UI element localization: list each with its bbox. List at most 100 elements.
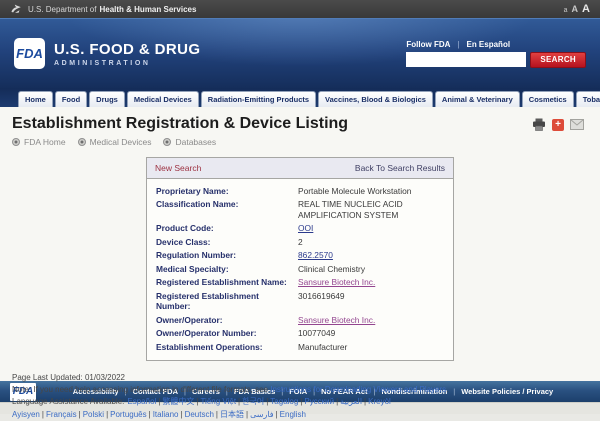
language-link[interactable]: العربية — [340, 397, 362, 406]
font-size-controls: a A A — [564, 3, 590, 15]
field-label: Registered Establishment Number: — [156, 291, 298, 312]
fda-header: FDA U.S. FOOD & DRUG ADMINISTRATION Foll… — [0, 18, 600, 88]
share-icon[interactable] — [552, 119, 564, 131]
print-icon[interactable] — [532, 118, 546, 131]
table-row: Proprietary Name:Portable Molecule Works… — [147, 184, 453, 198]
field-value-link[interactable]: Sansure Biotech Inc. — [298, 315, 375, 325]
language-separator: | — [276, 410, 278, 419]
field-label: Proprietary Name: — [156, 186, 298, 197]
language-separator: | — [364, 397, 366, 406]
nav-tab-animal-veterinary[interactable]: Animal & Veterinary — [435, 91, 520, 107]
site-title-line1: U.S. FOOD & DRUG — [54, 41, 200, 58]
nav-tab-drugs[interactable]: Drugs — [89, 91, 125, 107]
language-link[interactable]: Polski — [83, 410, 104, 419]
text-size-large-button[interactable]: A — [582, 3, 590, 15]
breadcrumb-label: FDA Home — [24, 137, 66, 147]
breadcrumb-item[interactable]: Databases — [163, 137, 216, 147]
text-size-small-button[interactable]: a — [564, 7, 568, 14]
last-updated-text: Page Last Updated: 01/03/2022 — [12, 372, 588, 384]
nav-tab-food[interactable]: Food — [55, 91, 87, 107]
language-link[interactable]: 日本語 — [220, 410, 244, 419]
field-value: 3016619649 — [298, 291, 444, 312]
nav-tab-cosmetics[interactable]: Cosmetics — [522, 91, 574, 107]
nav-tab-vaccines-blood-biologics[interactable]: Vaccines, Blood & Biologics — [318, 91, 433, 107]
primary-nav: HomeFoodDrugsMedical DevicesRadiation-Em… — [0, 88, 600, 107]
language-separator: | — [336, 397, 338, 406]
nav-tab-tobacco-products[interactable]: Tobacco Products — [576, 91, 600, 107]
hhs-dept-name[interactable]: Health & Human Services — [99, 5, 196, 14]
language-separator: | — [158, 397, 160, 406]
language-link[interactable]: Tiếng Việt — [200, 397, 236, 406]
en-espanol-link[interactable]: En Español — [466, 40, 510, 49]
field-value: 10077049 — [298, 328, 444, 339]
header-utilities: Follow FDA | En Español SEARCH — [406, 40, 586, 68]
field-value: OOI — [298, 223, 444, 234]
field-label: Owner/Operator Number: — [156, 328, 298, 339]
field-value-link[interactable]: 862.2570 — [298, 250, 333, 260]
device-detail-table: Proprietary Name:Portable Molecule Works… — [147, 179, 453, 360]
field-value: REAL TIME NUCLEIC ACID AMPLIFICATION SYS… — [298, 199, 444, 220]
language-link[interactable]: Português — [110, 410, 146, 419]
language-separator: | — [216, 410, 218, 419]
new-search-link[interactable]: New Search — [155, 163, 201, 173]
language-separator: | — [180, 410, 182, 419]
hhs-top-bar: U.S. Department of Health & Human Servic… — [0, 0, 600, 18]
language-assistance-line: Language Assistance Available:Español|繁體… — [12, 396, 588, 421]
language-separator: | — [238, 397, 240, 406]
nav-tab-radiation-emitting-products[interactable]: Radiation-Emitting Products — [201, 91, 316, 107]
table-row: Device Class:2 — [147, 235, 453, 249]
language-link[interactable]: Italiano — [153, 410, 179, 419]
field-value: Sansure Biotech Inc. — [298, 315, 444, 326]
nav-tab-medical-devices[interactable]: Medical Devices — [127, 91, 199, 107]
page-title: Establishment Registration & Device List… — [12, 115, 588, 133]
fda-logo[interactable]: FDA — [14, 38, 45, 69]
language-link[interactable]: 繁體中文 — [162, 397, 194, 406]
language-assistance-label: Language Assistance Available: — [12, 397, 124, 406]
breadcrumb-label: Databases — [175, 137, 216, 147]
search-button[interactable]: SEARCH — [530, 52, 586, 68]
nav-tab-home[interactable]: Home — [18, 91, 53, 107]
header-links: Follow FDA | En Español — [406, 40, 510, 49]
viewers-players-link[interactable]: Instructions for Downloading Viewers and… — [270, 385, 446, 394]
language-separator: | — [196, 397, 198, 406]
table-row: Registered Establishment Name:Sansure Bi… — [147, 276, 453, 290]
main-content: Establishment Registration & Device List… — [0, 107, 600, 381]
table-row: Classification Name:REAL TIME NUCLEIC AC… — [147, 198, 453, 222]
field-label: Establishment Operations: — [156, 342, 298, 353]
field-label: Product Code: — [156, 223, 298, 234]
language-separator: | — [300, 397, 302, 406]
search-input[interactable] — [406, 52, 526, 67]
breadcrumb: FDA Home Medical Devices Databases — [12, 137, 588, 147]
breadcrumb-item[interactable]: Medical Devices — [78, 137, 152, 147]
language-link[interactable]: فارسی — [250, 410, 274, 419]
breadcrumb-bullet-icon — [12, 138, 20, 146]
field-value: Portable Molecule Workstation — [298, 186, 444, 197]
breadcrumb-item[interactable]: FDA Home — [12, 137, 66, 147]
table-row: Owner/Operator:Sansure Biotech Inc. — [147, 313, 453, 327]
field-label: Device Class: — [156, 237, 298, 248]
back-to-search-results-link[interactable]: Back To Search Results — [355, 163, 445, 173]
language-link[interactable]: 한국어 — [242, 397, 264, 406]
language-separator: | — [106, 410, 108, 419]
field-value: Clinical Chemistry — [298, 264, 444, 275]
language-link[interactable]: Français — [46, 410, 77, 419]
language-link[interactable]: English — [280, 410, 306, 419]
table-row: Establishment Operations:Manufacturer — [147, 340, 453, 354]
field-label: Classification Name: — [156, 199, 298, 220]
language-separator: | — [266, 397, 268, 406]
field-value-link[interactable]: Sansure Biotech Inc. — [298, 277, 375, 287]
language-link[interactable]: Deutsch — [185, 410, 214, 419]
note-text: Note: If you need help accessing informa… — [12, 385, 270, 394]
field-value: Sansure Biotech Inc. — [298, 277, 444, 288]
file-formats-note: Note: If you need help accessing informa… — [12, 384, 588, 396]
device-listing-panel: New Search Back To Search Results Propri… — [146, 157, 454, 361]
language-link[interactable]: Русский — [304, 397, 334, 406]
breadcrumb-bullet-icon — [163, 138, 171, 146]
text-size-medium-button[interactable]: A — [572, 4, 579, 14]
email-icon[interactable] — [570, 119, 584, 130]
field-label: Registered Establishment Name: — [156, 277, 298, 288]
language-link[interactable]: Español — [127, 397, 156, 406]
language-link[interactable]: Tagalog — [270, 397, 298, 406]
field-value-link[interactable]: OOI — [298, 223, 313, 233]
follow-fda-link[interactable]: Follow FDA — [406, 40, 450, 49]
